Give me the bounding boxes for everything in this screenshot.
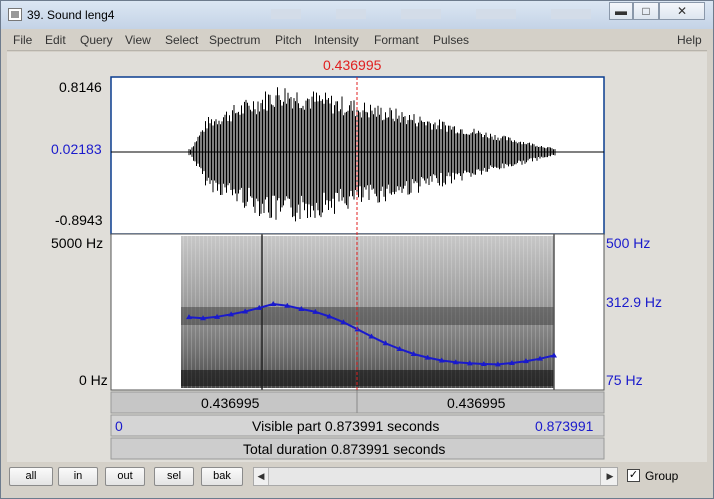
group-checkbox[interactable]: ✓	[627, 469, 640, 482]
menu-formant[interactable]: Formant	[374, 33, 419, 47]
blurred-background-item	[336, 9, 366, 19]
menu-pulses[interactable]: Pulses	[433, 33, 469, 47]
maximize-icon: □	[642, 4, 650, 18]
scroll-right-icon[interactable]: ▶	[603, 468, 617, 485]
minimize-button[interactable]: ▬	[609, 2, 633, 20]
window-title: 39. Sound leng4	[27, 8, 115, 22]
pitch-top-label: 500 Hz	[606, 235, 651, 251]
window-icon	[8, 8, 22, 21]
zoom-back-button[interactable]: bak	[201, 467, 243, 486]
left-segment-duration: 0.436995	[201, 395, 260, 411]
blurred-background-item	[476, 9, 516, 19]
pitch-mid-label: 312.9 Hz	[606, 294, 663, 310]
blurred-background-item	[551, 9, 591, 19]
minimize-icon: ▬	[615, 4, 627, 18]
spectrogram-formant-band	[181, 307, 554, 325]
checkmark-icon: ✓	[628, 469, 639, 481]
cursor-time-label: 0.436995	[323, 57, 382, 73]
menu-pitch[interactable]: Pitch	[275, 33, 302, 47]
blurred-background-item	[401, 9, 441, 19]
menu-spectrum[interactable]: Spectrum	[209, 33, 260, 47]
right-segment-duration: 0.436995	[447, 395, 506, 411]
title-bar: 39. Sound leng4 ▬ □ ✕	[1, 1, 713, 29]
close-button[interactable]: ✕	[659, 2, 705, 20]
zoom-all-button[interactable]: all	[9, 467, 53, 486]
menu-query[interactable]: Query	[80, 33, 113, 47]
zoom-in-button[interactable]: in	[58, 467, 98, 486]
group-label: Group	[645, 469, 679, 483]
spectrogram-top-freq: 5000 Hz	[51, 235, 104, 251]
waveform-min-label: -0.8943	[55, 212, 103, 228]
visible-start-time: 0	[115, 418, 123, 434]
menu-edit[interactable]: Edit	[45, 33, 66, 47]
scroll-thumb[interactable]	[268, 468, 601, 485]
spectrogram-low-band	[181, 370, 554, 386]
sound-editor-area: 0.436995 0.8146 0.02183 -0.8943 5000 Hz …	[7, 52, 707, 462]
waveform-max-label: 0.8146	[59, 79, 102, 95]
time-scrollbar[interactable]: ◀ ▶	[253, 467, 618, 486]
menu-select[interactable]: Select	[165, 33, 198, 47]
zoom-out-button[interactable]: out	[105, 467, 145, 486]
blurred-background-item	[271, 9, 301, 19]
maximize-button[interactable]: □	[633, 2, 659, 20]
sound-editor-canvas[interactable]	[7, 52, 707, 462]
pitch-bottom-label: 75 Hz	[606, 372, 643, 388]
spectrogram-bottom-freq: 0 Hz	[79, 372, 108, 388]
visible-end-time: 0.873991	[535, 418, 594, 434]
waveform-zero-label: 0.02183	[51, 141, 102, 157]
scroll-left-icon[interactable]: ◀	[254, 468, 268, 485]
close-icon: ✕	[676, 4, 688, 18]
menu-intensity[interactable]: Intensity	[314, 33, 359, 47]
praat-sound-editor-window: 39. Sound leng4 ▬ □ ✕ File Edit Query Vi…	[0, 0, 714, 499]
total-duration-label: Total duration 0.873991 seconds	[243, 441, 446, 457]
bottom-toolbar: all in out sel bak ◀ ▶ ✓ Group	[7, 462, 707, 494]
menu-bar: File Edit Query View Select Spectrum Pit…	[7, 30, 707, 51]
menu-view[interactable]: View	[125, 33, 151, 47]
visible-part-label: Visible part 0.873991 seconds	[252, 418, 440, 434]
menu-file[interactable]: File	[13, 33, 32, 47]
menu-help[interactable]: Help	[677, 33, 702, 47]
zoom-selection-button[interactable]: sel	[154, 467, 194, 486]
